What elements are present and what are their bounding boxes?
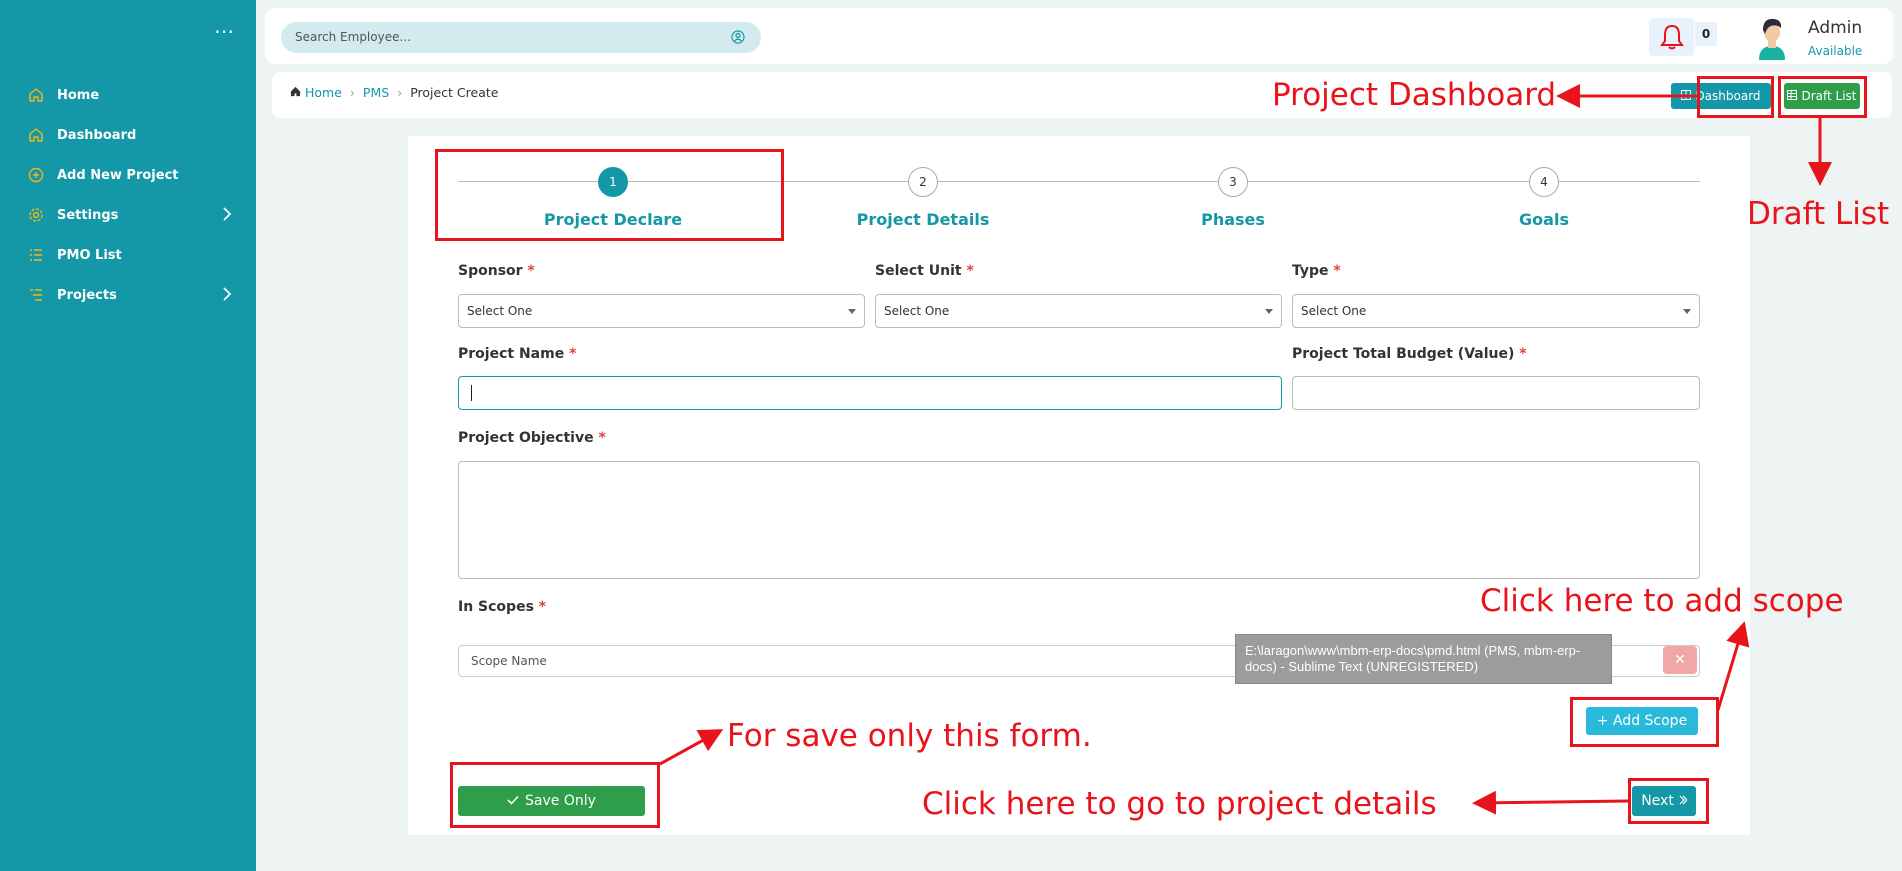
unit-select-value: Select One <box>884 304 950 318</box>
unit-select[interactable]: Select One <box>875 294 1282 328</box>
breadcrumb-current: Project Create <box>410 85 499 100</box>
sidebar-item-pmo-list[interactable]: PMO List <box>27 243 227 267</box>
search-input[interactable]: Search Employee... <box>281 22 761 53</box>
annotation-draft: Draft List <box>1747 196 1890 232</box>
user-status: Available <box>1808 44 1863 58</box>
budget-label: Project Total Budget (Value) * <box>1292 346 1527 362</box>
caret-down-icon <box>1683 309 1691 314</box>
sidebar-item-settings[interactable]: Settings <box>27 203 232 227</box>
window-title-tooltip: E:\laragon\www\mbm-erp-docs\pmd.html (PM… <box>1235 634 1612 684</box>
sidebar-item-label: Add New Project <box>57 167 179 183</box>
chevron-right-icon <box>222 286 232 306</box>
step-label-phases[interactable]: Phases <box>1133 210 1333 229</box>
list-icon <box>27 286 45 304</box>
user-search-icon[interactable] <box>731 29 745 48</box>
sidebar-menu-dots-icon[interactable]: ⋯ <box>214 21 235 41</box>
sponsor-select[interactable]: Select One <box>458 294 865 328</box>
close-icon: ✕ <box>1674 652 1686 668</box>
breadcrumb: Home › PMS › Project Create <box>290 85 498 100</box>
type-label: Type * <box>1292 263 1341 279</box>
home-icon <box>290 85 301 100</box>
objective-label: Project Objective * <box>458 430 606 446</box>
scopes-label: In Scopes * <box>458 599 547 615</box>
project-name-input[interactable] <box>458 376 1282 410</box>
notification-count: 0 <box>1695 22 1717 46</box>
remove-scope-button[interactable]: ✕ <box>1663 646 1697 674</box>
budget-input[interactable] <box>1292 376 1700 410</box>
sponsor-select-value: Select One <box>467 304 533 318</box>
sidebar-item-label: Home <box>57 87 100 103</box>
chevron-right-icon <box>222 206 232 226</box>
sidebar-item-label: Projects <box>57 287 117 303</box>
type-select-value: Select One <box>1301 304 1367 318</box>
step-4[interactable]: 4 <box>1529 167 1559 197</box>
annotation-dashboard: Project Dashboard <box>1272 77 1557 113</box>
annotation-next: Click here to go to project details <box>922 786 1437 822</box>
breadcrumb-pms[interactable]: PMS <box>363 85 389 100</box>
sidebar-item-add-new-project[interactable]: Add New Project <box>27 163 227 187</box>
notification[interactable]: 0 <box>1649 18 1717 56</box>
annotation-box-dashboard <box>1697 76 1774 118</box>
home-icon <box>27 126 45 144</box>
grid-icon <box>1681 89 1692 103</box>
breadcrumb-bar <box>272 72 1892 118</box>
type-select[interactable]: Select One <box>1292 294 1700 328</box>
avatar[interactable] <box>1749 14 1795 60</box>
search-placeholder: Search Employee... <box>295 30 411 44</box>
objective-textarea[interactable] <box>458 461 1700 579</box>
home-icon <box>27 86 45 104</box>
annotation-box-add-scope <box>1570 697 1719 747</box>
gear-icon <box>27 206 45 224</box>
step-label-goals[interactable]: Goals <box>1444 210 1644 229</box>
project-name-label: Project Name * <box>458 346 577 362</box>
sidebar-item-projects[interactable]: Projects <box>27 283 232 307</box>
sidebar-item-dashboard[interactable]: Dashboard <box>27 123 227 147</box>
text-cursor <box>471 385 472 401</box>
sidebar-item-label: Settings <box>57 207 119 223</box>
breadcrumb-separator: › <box>349 85 355 100</box>
sidebar-item-label: Dashboard <box>57 127 137 143</box>
step-2[interactable]: 2 <box>908 167 938 197</box>
step-3[interactable]: 3 <box>1218 167 1248 197</box>
annotation-box-draft <box>1778 76 1867 118</box>
sidebar-item-home[interactable]: Home <box>27 83 227 107</box>
sidebar-item-label: PMO List <box>57 247 122 263</box>
breadcrumb-separator: › <box>397 85 403 100</box>
bell-icon[interactable] <box>1660 23 1684 55</box>
caret-down-icon <box>1265 309 1273 314</box>
list-icon <box>27 246 45 264</box>
annotation-add-scope: Click here to add scope <box>1480 583 1844 619</box>
caret-down-icon <box>848 309 856 314</box>
scope-name-placeholder: Scope Name <box>471 654 547 668</box>
plus-circle-icon <box>27 166 45 184</box>
breadcrumb-home[interactable]: Home <box>305 85 342 100</box>
user-name[interactable]: Admin <box>1808 18 1862 38</box>
step-label-project-details[interactable]: Project Details <box>823 210 1023 229</box>
annotation-box-save <box>450 762 660 828</box>
sponsor-label: Sponsor * <box>458 263 535 279</box>
unit-label: Select Unit * <box>875 263 974 279</box>
annotation-box-next <box>1628 778 1709 824</box>
annotation-save: For save only this form. <box>727 718 1092 754</box>
annotation-box-step1 <box>435 149 784 241</box>
